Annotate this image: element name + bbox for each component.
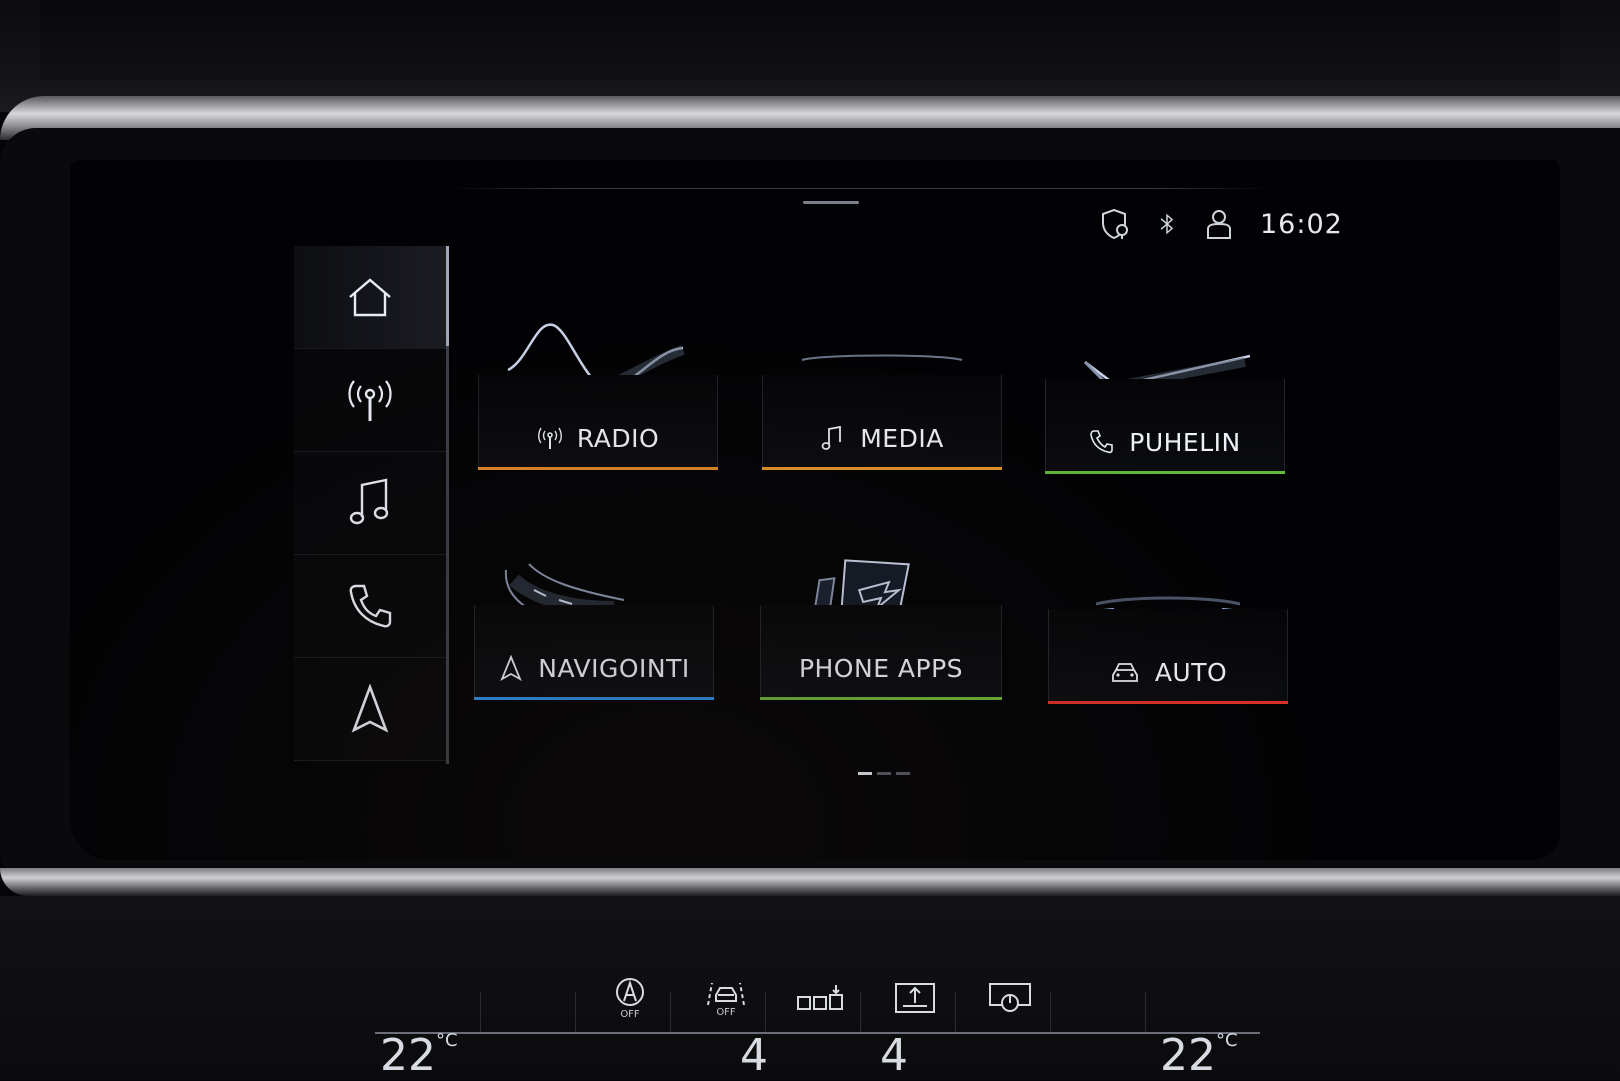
tile-label: AUTO [1154, 657, 1228, 687]
right-temperature-unit: °C [1216, 1030, 1238, 1051]
pull-down-handle[interactable] [803, 201, 859, 204]
right-fan-level[interactable]: 4 [880, 1030, 908, 1081]
left-fan-level[interactable]: 4 [740, 1030, 768, 1081]
tile-label-group: NAVIGOINTI [474, 648, 714, 688]
climate-divider [375, 1032, 1260, 1034]
navigation-arrow-icon [351, 684, 389, 733]
tile-accent-bar [760, 697, 1002, 700]
tile-label-group: PHONE APPS [760, 648, 1002, 688]
radio-icon [348, 380, 392, 421]
separator [575, 992, 576, 1032]
tile-accent-bar [1048, 701, 1288, 704]
location-shield-icon[interactable] [1100, 207, 1130, 241]
auto-start-stop-icon [616, 977, 644, 1006]
off-label: OFF [716, 1006, 736, 1018]
sidebar-item-home[interactable] [294, 246, 446, 349]
tile-label: NAVIGOINTI [538, 653, 690, 683]
tile-accent-bar [478, 467, 718, 470]
sidebar-item-media[interactable] [294, 452, 446, 555]
tile-phone[interactable]: PUHELIN [1045, 324, 1285, 474]
tile-accent-bar [474, 697, 714, 700]
tile-media[interactable]: MEDIA [762, 320, 1002, 470]
bluetooth-icon[interactable] [1156, 207, 1178, 241]
separator [1145, 992, 1146, 1032]
seat-heating-icon [797, 985, 843, 1010]
radio-icon [537, 427, 562, 449]
page-dot [896, 772, 910, 775]
tile-label: PHONE APPS [798, 653, 964, 683]
page-indicator[interactable] [858, 772, 910, 775]
tile-radio[interactable]: RADIO [478, 320, 718, 470]
climate-control-panel: OFF OFF 22°C 4 4 22°C [375, 968, 1260, 1081]
phone-icon [1090, 430, 1114, 454]
chrome-trim-bottom [0, 868, 1620, 896]
tile-label-group: PUHELIN [1045, 422, 1285, 462]
clock: 16:02 [1260, 208, 1343, 240]
top-divider [450, 188, 1270, 189]
display-power-button[interactable] [965, 968, 1055, 1028]
screen-adjust-button[interactable] [870, 968, 960, 1028]
page-dot [877, 772, 891, 775]
tile-accent-bar [762, 467, 1002, 470]
tile-label-group: RADIO [478, 418, 718, 458]
tile-label: RADIO [576, 423, 660, 453]
auto-start-stop-button[interactable]: OFF [585, 968, 675, 1028]
infotainment-screen: 16:02 RADIO MEDIA PUHELIN NAVIGOINTI PHO… [70, 160, 1560, 860]
right-temperature-value: 22 [1160, 1030, 1216, 1081]
right-fan-value: 4 [880, 1030, 908, 1081]
home-icon [349, 278, 391, 317]
car-icon [1111, 663, 1138, 682]
right-temperature[interactable]: 22°C [1160, 1030, 1238, 1081]
status-bar: 16:02 [1100, 204, 1343, 244]
sidebar-item-phone[interactable] [294, 555, 446, 658]
display-power-icon [989, 983, 1031, 1012]
music-note-icon [349, 478, 389, 525]
tile-label: PUHELIN [1129, 427, 1241, 457]
tile-label-group: AUTO [1048, 652, 1288, 692]
user-profile-icon[interactable] [1204, 207, 1234, 241]
off-label: OFF [620, 1008, 640, 1020]
music-note-icon [821, 425, 842, 450]
left-temperature-value: 22 [380, 1030, 436, 1081]
traction-control-button[interactable]: OFF [681, 968, 771, 1028]
screen-adjust-icon [895, 983, 935, 1013]
left-temperature-unit: °C [436, 1030, 458, 1051]
sidebar-item-navigation[interactable] [294, 658, 446, 761]
sidebar [294, 246, 449, 766]
seat-heating-button[interactable] [775, 968, 865, 1028]
traction-off-icon [707, 982, 745, 1005]
phone-icon [349, 584, 392, 628]
left-fan-value: 4 [740, 1030, 768, 1081]
tile-navigation[interactable]: NAVIGOINTI [474, 550, 714, 700]
sidebar-item-radio[interactable] [294, 349, 446, 452]
tile-label: MEDIA [860, 423, 944, 453]
tile-accent-bar [1045, 471, 1285, 474]
navigation-arrow-icon [500, 655, 523, 681]
tile-label-group: MEDIA [762, 418, 1002, 458]
tile-phone-apps[interactable]: PHONE APPS [760, 550, 1002, 700]
sidebar-selection-indicator [446, 246, 449, 346]
separator [480, 992, 481, 1032]
sidebar-divider [446, 246, 449, 764]
page-dot-active [858, 772, 872, 775]
left-temperature[interactable]: 22°C [380, 1030, 458, 1081]
tile-car[interactable]: AUTO [1048, 554, 1288, 704]
